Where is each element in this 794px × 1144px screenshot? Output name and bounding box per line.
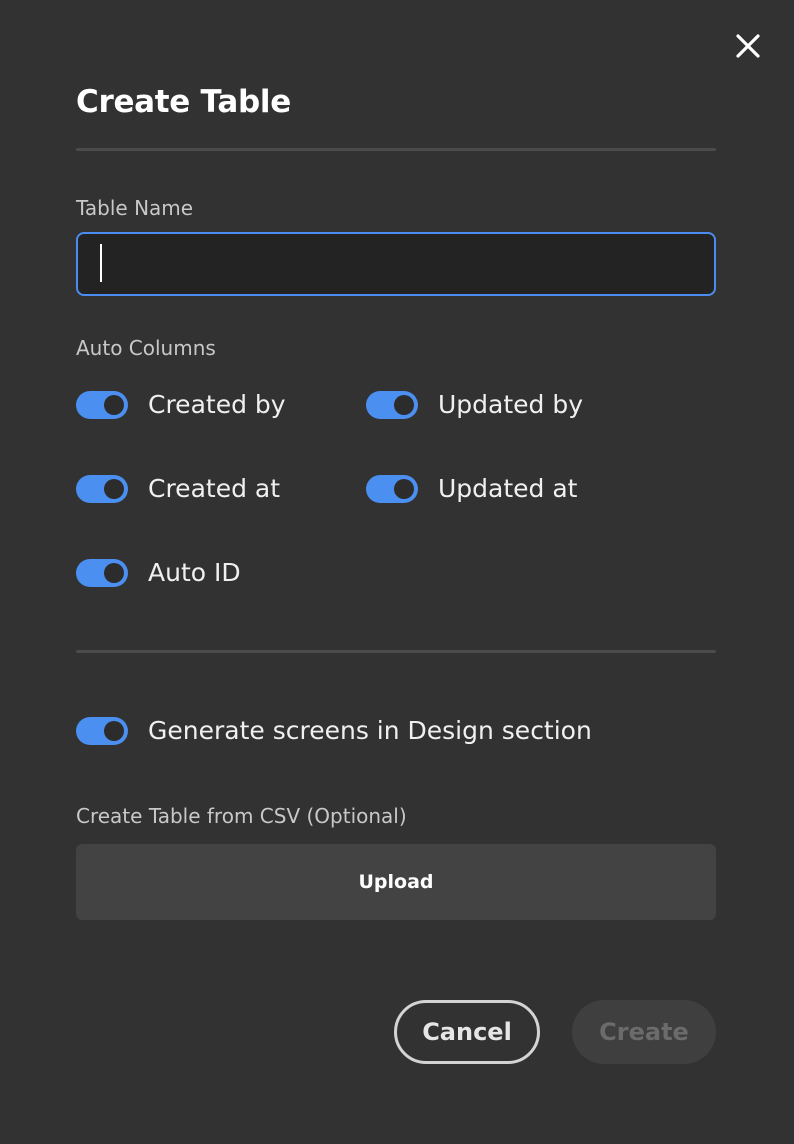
toggle-label: Updated by <box>438 390 584 419</box>
toggle-switch[interactable] <box>76 391 128 419</box>
toggle-label: Auto ID <box>148 558 241 587</box>
close-icon <box>736 34 760 58</box>
toggle-switch[interactable] <box>76 559 128 587</box>
toggle-label: Created at <box>148 474 281 503</box>
title-divider <box>76 148 716 151</box>
toggle-updated-at[interactable]: Updated at <box>366 471 577 507</box>
upload-button[interactable]: Upload <box>76 844 716 920</box>
table-name-label: Table Name <box>76 196 194 220</box>
toggle-label: Generate screens in Design section <box>148 716 592 745</box>
toggle-created-at[interactable]: Created at <box>76 471 280 507</box>
create-button[interactable]: Create <box>572 1000 716 1064</box>
toggle-created-by[interactable]: Created by <box>76 387 286 423</box>
toggle-auto-id[interactable]: Auto ID <box>76 555 241 591</box>
toggle-label: Created by <box>148 390 286 419</box>
table-name-input[interactable] <box>76 232 716 296</box>
toggle-generate-screens[interactable]: Generate screens in Design section <box>76 713 592 749</box>
toggle-updated-by[interactable]: Updated by <box>366 387 583 423</box>
toggle-switch[interactable] <box>366 391 418 419</box>
toggle-label: Updated at <box>438 474 578 503</box>
auto-columns-label: Auto Columns <box>76 336 216 360</box>
csv-label: Create Table from CSV (Optional) <box>76 804 407 828</box>
section-divider <box>76 650 716 653</box>
cancel-button[interactable]: Cancel <box>394 1000 540 1064</box>
toggle-switch[interactable] <box>76 717 128 745</box>
dialog-title: Create Table <box>76 84 291 120</box>
text-caret <box>100 244 102 282</box>
toggle-switch[interactable] <box>76 475 128 503</box>
toggle-switch[interactable] <box>366 475 418 503</box>
create-table-dialog: Create Table Table Name Auto Columns Cre… <box>0 0 794 1144</box>
close-button[interactable] <box>730 28 766 64</box>
